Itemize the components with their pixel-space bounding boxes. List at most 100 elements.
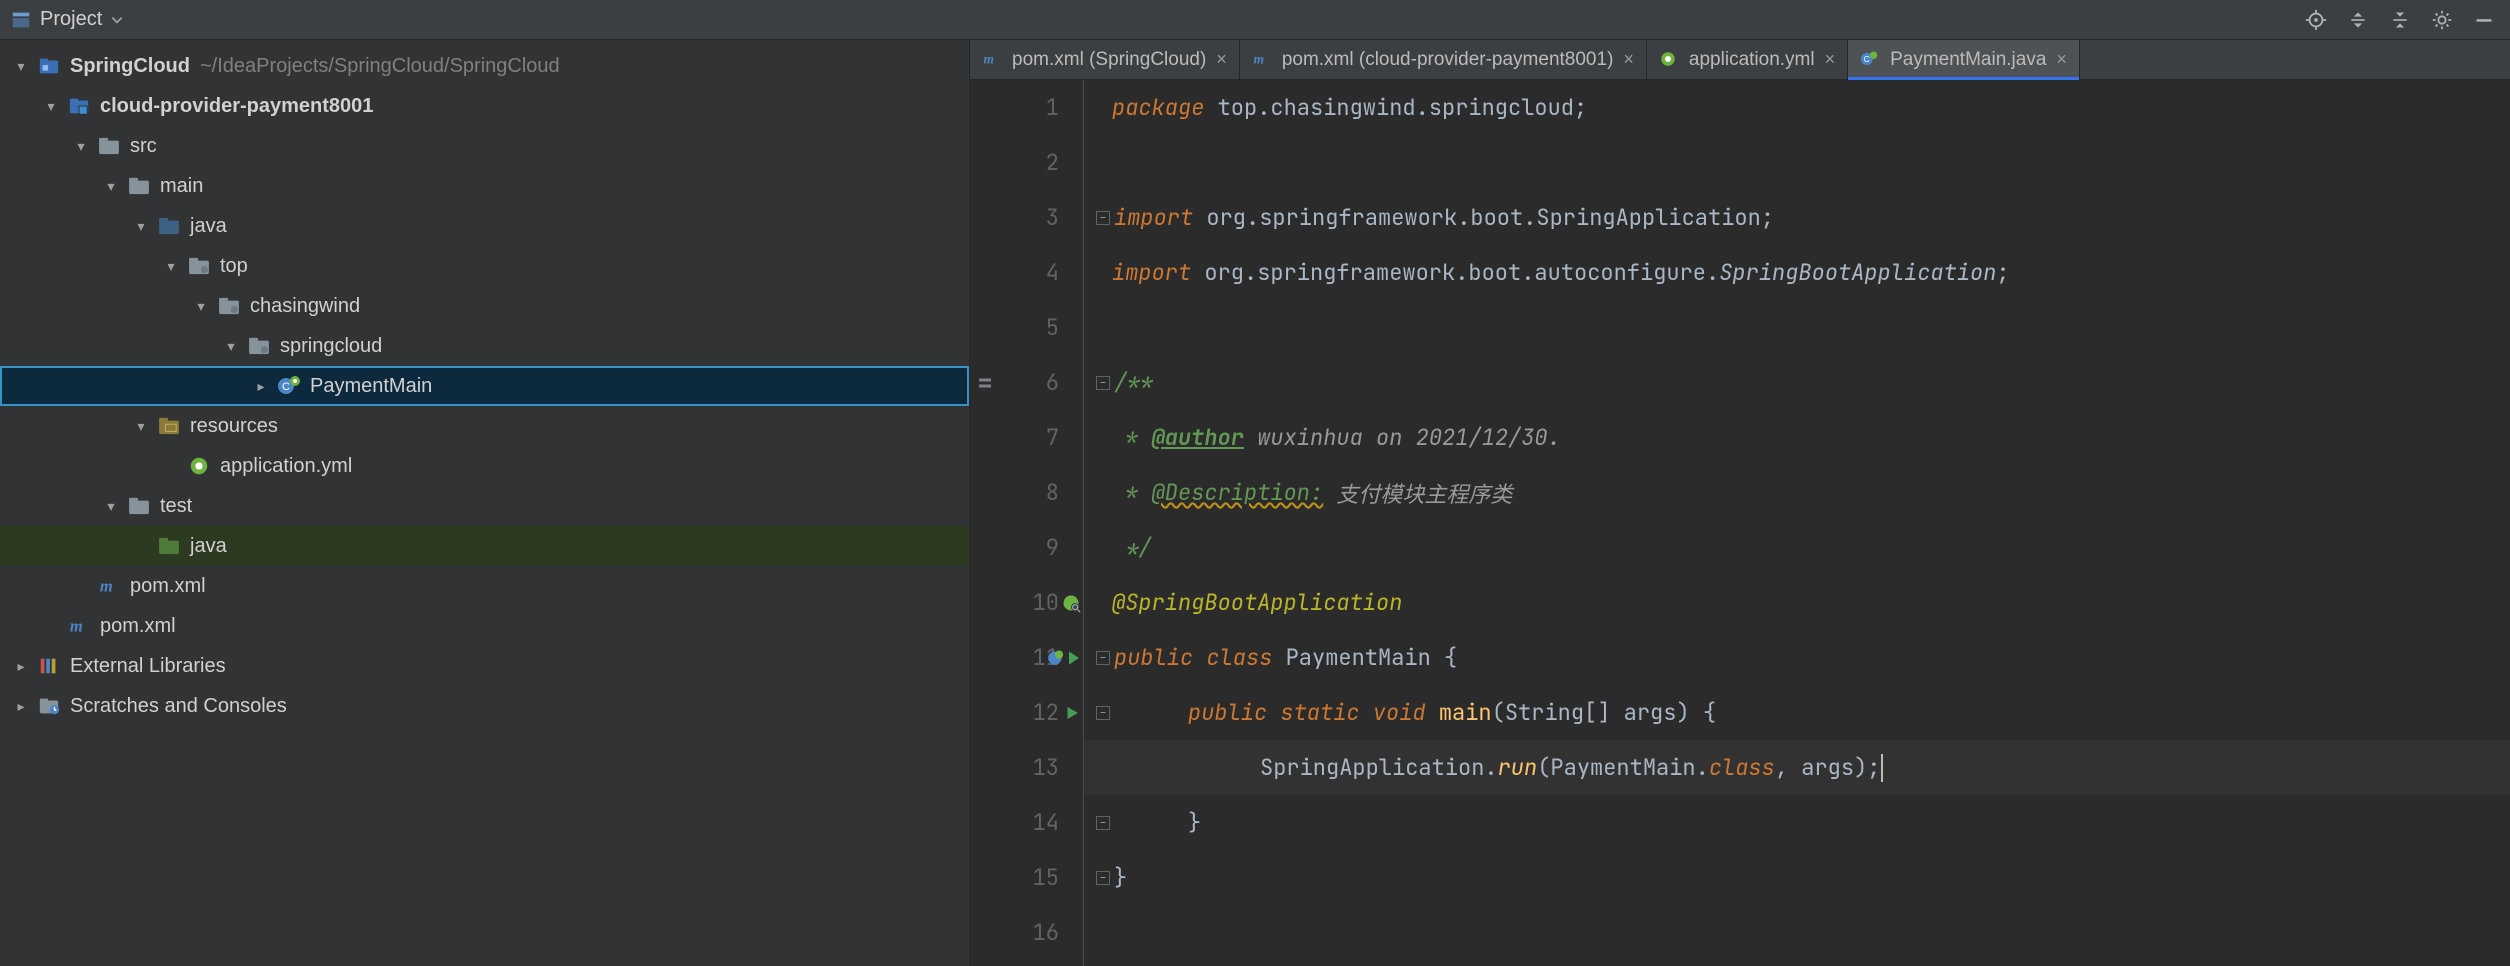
close-icon[interactable]: × xyxy=(1623,49,1634,70)
code-line[interactable]: import org.springframework.boot.autoconf… xyxy=(1084,245,2510,300)
code-line[interactable]: –} xyxy=(1084,795,2510,850)
code-line[interactable] xyxy=(1084,135,2510,190)
gutter-line[interactable]: 4 xyxy=(970,245,1083,300)
gutter-line[interactable]: 11 xyxy=(970,630,1083,685)
tree-pkg-springcloud[interactable]: ▾ springcloud xyxy=(0,326,969,366)
chevron-down-icon: ▾ xyxy=(72,138,90,155)
tree-label: test xyxy=(160,495,192,518)
tree-test[interactable]: ▾ test xyxy=(0,486,969,526)
gear-icon[interactable] xyxy=(2430,8,2454,32)
gutter-line[interactable]: 10 xyxy=(970,575,1083,630)
fold-icon[interactable]: – xyxy=(1096,376,1110,390)
svg-text:C: C xyxy=(1864,55,1870,64)
chevron-down-icon: ▾ xyxy=(162,258,180,275)
code-line[interactable]: –/** xyxy=(1084,355,2510,410)
code-line[interactable]: –public static void main(String[] args) … xyxy=(1084,685,2510,740)
tree-pkg-top[interactable]: ▾ top xyxy=(0,246,969,286)
module-folder-icon xyxy=(66,93,92,119)
code-line[interactable]: –public class PaymentMain { xyxy=(1084,630,2510,685)
folder-icon xyxy=(126,173,152,199)
tree-label: cloud-provider-payment8001 xyxy=(100,95,373,118)
close-icon[interactable]: × xyxy=(1825,49,1836,70)
gutter-line[interactable]: 15 xyxy=(970,850,1083,905)
resources-folder-icon xyxy=(156,413,182,439)
tab-pom-root[interactable]: m pom.xml (SpringCloud) × xyxy=(970,40,1240,79)
run-icon[interactable] xyxy=(1063,704,1081,722)
tree-module[interactable]: ▾ cloud-provider-payment8001 xyxy=(0,86,969,126)
code-line[interactable]: –import org.springframework.boot.SpringA… xyxy=(1084,190,2510,245)
tree-label: pom.xml xyxy=(100,615,176,638)
project-folder-icon xyxy=(36,53,62,79)
code-line[interactable]: package top.chasingwind.springcloud; xyxy=(1084,80,2510,135)
chevron-down-icon: ▾ xyxy=(222,338,240,355)
code-line[interactable] xyxy=(1084,905,2510,960)
tree-src[interactable]: ▾ src xyxy=(0,126,969,166)
spring-bean-icon[interactable] xyxy=(1061,593,1081,613)
gutter-line[interactable]: 9 xyxy=(970,520,1083,575)
tree-application-yml[interactable]: ▾ application.yml xyxy=(0,446,969,486)
tree-resources[interactable]: ▾ resources xyxy=(0,406,969,446)
tab-application-yml[interactable]: application.yml × xyxy=(1647,40,1848,79)
gutter-line[interactable]: 7 xyxy=(970,410,1083,465)
gutter-line[interactable]: 5 xyxy=(970,300,1083,355)
gutter-line[interactable]: 12 xyxy=(970,685,1083,740)
gutter-line[interactable]: 2 xyxy=(970,135,1083,190)
tree-root[interactable]: ▾ SpringCloud ~/IdeaProjects/SpringCloud… xyxy=(0,46,969,86)
maven-icon: m xyxy=(96,573,122,599)
fold-icon[interactable]: – xyxy=(1096,211,1110,225)
tree-java-test[interactable]: ▾ java xyxy=(0,526,969,566)
tree-label: pom.xml xyxy=(130,575,206,598)
code-line[interactable]: @SpringBootApplication xyxy=(1084,575,2510,630)
tree-main[interactable]: ▾ main xyxy=(0,166,969,206)
fold-icon[interactable]: – xyxy=(1096,816,1110,830)
gutter-line[interactable]: 16 xyxy=(970,905,1083,960)
expand-all-icon[interactable] xyxy=(2346,8,2370,32)
code-line[interactable] xyxy=(1084,300,2510,355)
ide-root: Project xyxy=(0,0,2510,966)
tree-java-main[interactable]: ▾ java xyxy=(0,206,969,246)
code-area[interactable]: package top.chasingwind.springcloud; –im… xyxy=(1084,80,2510,966)
tree-label: src xyxy=(130,135,157,158)
tree-paymentmain[interactable]: ▸ C PaymentMain xyxy=(0,366,969,406)
gutter-line[interactable]: 8 xyxy=(970,465,1083,520)
code-line[interactable]: SpringApplication.run(PaymentMain.class,… xyxy=(1084,740,2510,795)
tab-pom-module[interactable]: m pom.xml (cloud-provider-payment8001) × xyxy=(1240,40,1647,79)
maven-icon: m xyxy=(982,50,1002,70)
collapse-all-icon[interactable] xyxy=(2388,8,2412,32)
chevron-right-icon: ▸ xyxy=(12,658,30,675)
run-icon[interactable] xyxy=(1047,648,1081,668)
tree-pom-module[interactable]: ▾ m pom.xml xyxy=(0,566,969,606)
project-view-selector[interactable]: Project xyxy=(0,8,134,31)
code-line[interactable]: * @author wuxinhua on 2021/12/30. xyxy=(1084,410,2510,465)
project-tree[interactable]: ▾ SpringCloud ~/IdeaProjects/SpringCloud… xyxy=(0,40,970,966)
package-icon xyxy=(216,293,242,319)
tree-pom-root[interactable]: ▾ m pom.xml xyxy=(0,606,969,646)
fold-icon[interactable]: – xyxy=(1096,706,1110,720)
bookmark-icon[interactable] xyxy=(976,374,994,392)
gutter-line[interactable]: 14 xyxy=(970,795,1083,850)
chevron-down-icon: ▾ xyxy=(102,498,120,515)
libraries-icon xyxy=(36,653,62,679)
close-icon[interactable]: × xyxy=(2056,49,2067,70)
svg-text:m: m xyxy=(100,577,113,596)
code-line[interactable]: –} xyxy=(1084,850,2510,905)
fold-icon[interactable]: – xyxy=(1096,871,1110,885)
chevron-right-icon: ▸ xyxy=(252,378,270,395)
fold-icon[interactable]: – xyxy=(1096,651,1110,665)
tree-pkg-chasingwind[interactable]: ▾ chasingwind xyxy=(0,286,969,326)
code-line[interactable]: * @Description: 支付模块主程序类 xyxy=(1084,465,2510,520)
tree-label: springcloud xyxy=(280,335,382,358)
gutter-line[interactable]: 3 xyxy=(970,190,1083,245)
locate-icon[interactable] xyxy=(2304,8,2328,32)
close-icon[interactable]: × xyxy=(1216,49,1227,70)
tree-external-libraries[interactable]: ▸ External Libraries xyxy=(0,646,969,686)
package-icon xyxy=(186,253,212,279)
code-line[interactable]: */ xyxy=(1084,520,2510,575)
tab-paymentmain[interactable]: C PaymentMain.java × xyxy=(1848,40,2080,79)
gutter-line[interactable]: 6 xyxy=(970,355,1083,410)
tree-scratches[interactable]: ▸ Scratches and Consoles xyxy=(0,686,969,726)
hide-icon[interactable] xyxy=(2472,8,2496,32)
gutter-line[interactable]: 13 xyxy=(970,740,1083,795)
gutter[interactable]: 1 2 3 4 5 6 7 8 9 10 11 12 13 14 15 16 xyxy=(970,80,1084,966)
gutter-line[interactable]: 1 xyxy=(970,80,1083,135)
